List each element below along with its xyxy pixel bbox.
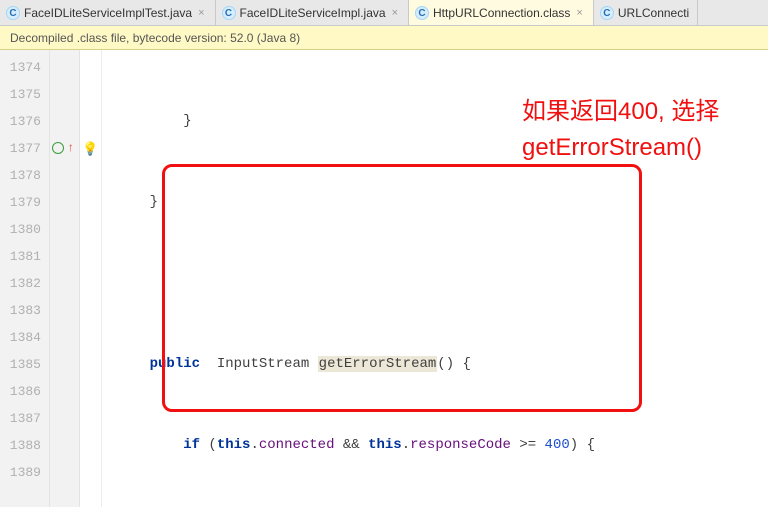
line-number-gutter: 1374137513761377137813791380138113821383… — [0, 50, 50, 507]
line-number: 1385 — [0, 351, 41, 378]
line-number: 1379 — [0, 189, 41, 216]
line-number: 1378 — [0, 162, 41, 189]
close-icon[interactable]: × — [196, 7, 206, 19]
line-number: 1380 — [0, 216, 41, 243]
annotation-text-line2: getErrorStream() — [522, 132, 702, 164]
line-number: 1377 — [0, 135, 41, 162]
gutter-marks: ↑ — [50, 50, 80, 507]
line-number: 1374 — [0, 54, 41, 81]
decompiled-banner: Decompiled .class file, bytecode version… — [0, 26, 768, 50]
tab-face-id-lite-service-impl[interactable]: C FaceIDLiteServiceImpl.java × — [216, 0, 410, 25]
override-marker[interactable]: ↑ — [50, 135, 79, 162]
line-number: 1381 — [0, 243, 41, 270]
close-icon[interactable]: × — [390, 7, 400, 19]
tab-http-url-connection-class[interactable]: C HttpURLConnection.class × — [409, 0, 594, 25]
line-number: 1382 — [0, 270, 41, 297]
line-number: 1375 — [0, 81, 41, 108]
tab-url-connection[interactable]: C URLConnecti — [594, 0, 698, 25]
line-number: 1383 — [0, 297, 41, 324]
class-file-icon: C — [600, 6, 614, 20]
tab-label: HttpURLConnection.class — [433, 6, 570, 20]
tab-face-id-lite-service-impl-test[interactable]: C FaceIDLiteServiceImplTest.java × — [0, 0, 216, 25]
gutter-fold: 💡 — [80, 50, 102, 507]
tab-label: URLConnecti — [618, 6, 689, 20]
tab-label: FaceIDLiteServiceImpl.java — [240, 6, 386, 20]
line-number: 1387 — [0, 405, 41, 432]
tab-label: FaceIDLiteServiceImplTest.java — [24, 6, 192, 20]
code-editor: 1374137513761377137813791380138113821383… — [0, 50, 768, 507]
line-number: 1384 — [0, 324, 41, 351]
close-icon[interactable]: × — [574, 7, 584, 19]
line-number: 1388 — [0, 432, 41, 459]
class-file-icon: C — [6, 6, 20, 20]
class-file-icon: C — [415, 6, 429, 20]
line-number: 1389 — [0, 459, 41, 486]
class-file-icon: C — [222, 6, 236, 20]
editor-tab-bar: C FaceIDLiteServiceImplTest.java × C Fac… — [0, 0, 768, 26]
line-number: 1386 — [0, 378, 41, 405]
method-name: getErrorStream — [318, 356, 438, 372]
intention-bulb-icon[interactable]: 💡 — [80, 135, 101, 162]
line-number: 1376 — [0, 108, 41, 135]
code-area[interactable]: } } public InputStream getErrorStream() … — [102, 50, 768, 507]
